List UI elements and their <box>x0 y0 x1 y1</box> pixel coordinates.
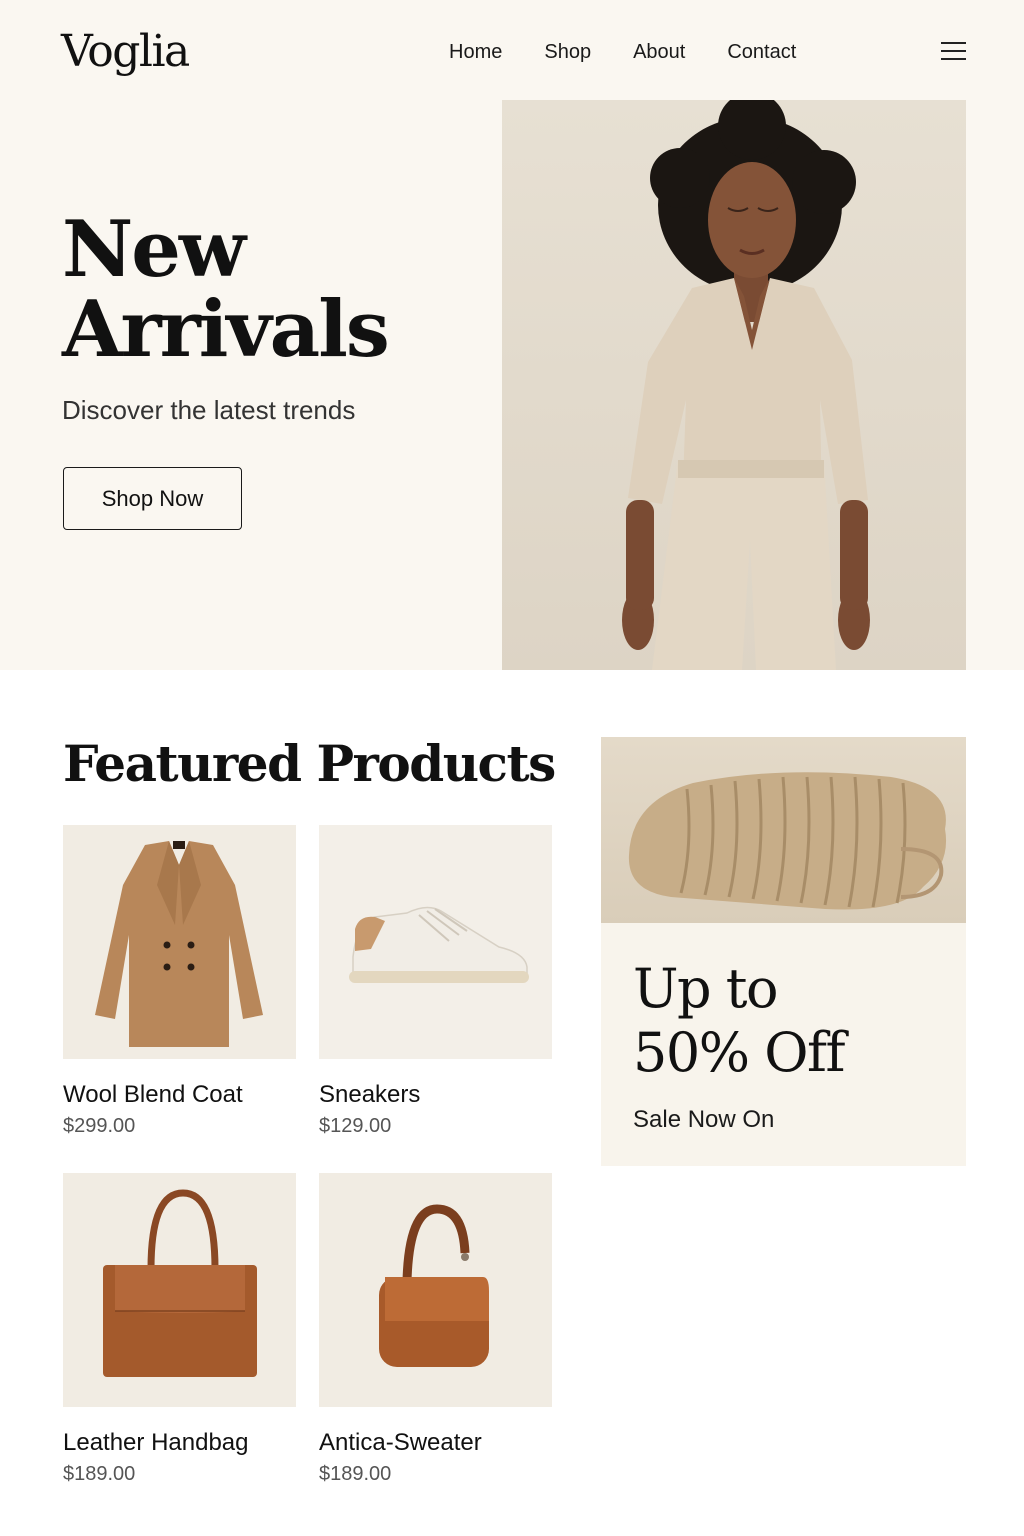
wool-coat-image[interactable] <box>63 825 296 1059</box>
shop-now-button[interactable]: Shop Now <box>63 467 242 530</box>
hero-section: New Arrivals Discover the latest trends … <box>0 100 1024 670</box>
promo-subtitle: Sale Now On <box>633 1106 775 1133</box>
hamburger-menu-icon[interactable] <box>941 40 967 62</box>
product-card[interactable]: Sneakers $129.00 <box>319 825 552 1139</box>
sale-promo-card[interactable]: Up to 50% Off Sale Now On <box>601 737 966 1166</box>
product-price: $129.00 <box>319 1115 392 1137</box>
product-price: $299.00 <box>63 1115 136 1137</box>
leather-handbag-image[interactable] <box>63 1173 296 1407</box>
sneaker-icon <box>349 906 529 983</box>
product-price: $189.00 <box>63 1463 136 1485</box>
promo-title: Up to 50% Off <box>633 957 845 1084</box>
product-name[interactable]: Antica-Sweater <box>319 1427 552 1459</box>
product-card[interactable]: Leather Handbag $189.00 <box>63 1173 296 1487</box>
model-illustration <box>622 100 870 670</box>
product-name[interactable]: Leather Handbag <box>63 1427 296 1459</box>
featured-products-title: Featured Products <box>63 734 556 793</box>
site-header: Voglia Home Shop About Contact <box>0 0 1024 100</box>
nav-link-about[interactable]: About <box>633 38 685 66</box>
product-price: $189.00 <box>319 1463 392 1485</box>
main-nav: Home Shop About Contact <box>449 38 796 66</box>
hero-subtitle: Discover the latest trends <box>62 395 356 425</box>
brand-logo[interactable]: Voglia <box>61 26 190 78</box>
product-name[interactable]: Sneakers <box>319 1079 552 1111</box>
sweater-icon <box>628 772 947 910</box>
shoulder-bag-icon <box>379 1204 489 1367</box>
product-card[interactable]: Antica-Sweater $189.00 <box>319 1173 552 1487</box>
hero-title: New Arrivals <box>62 204 390 375</box>
sneakers-image[interactable] <box>319 825 552 1059</box>
antica-sweater-image[interactable] <box>319 1173 552 1407</box>
hero-model-image <box>502 100 966 670</box>
product-card[interactable]: Wool Blend Coat $299.00 <box>63 825 296 1139</box>
nav-link-home[interactable]: Home <box>449 38 502 66</box>
nav-link-contact[interactable]: Contact <box>727 38 796 66</box>
folded-sweater-image <box>601 737 966 923</box>
coat-icon <box>95 841 263 1047</box>
handbag-icon <box>103 1189 257 1377</box>
nav-link-shop[interactable]: Shop <box>544 38 591 66</box>
product-name[interactable]: Wool Blend Coat <box>63 1079 296 1111</box>
